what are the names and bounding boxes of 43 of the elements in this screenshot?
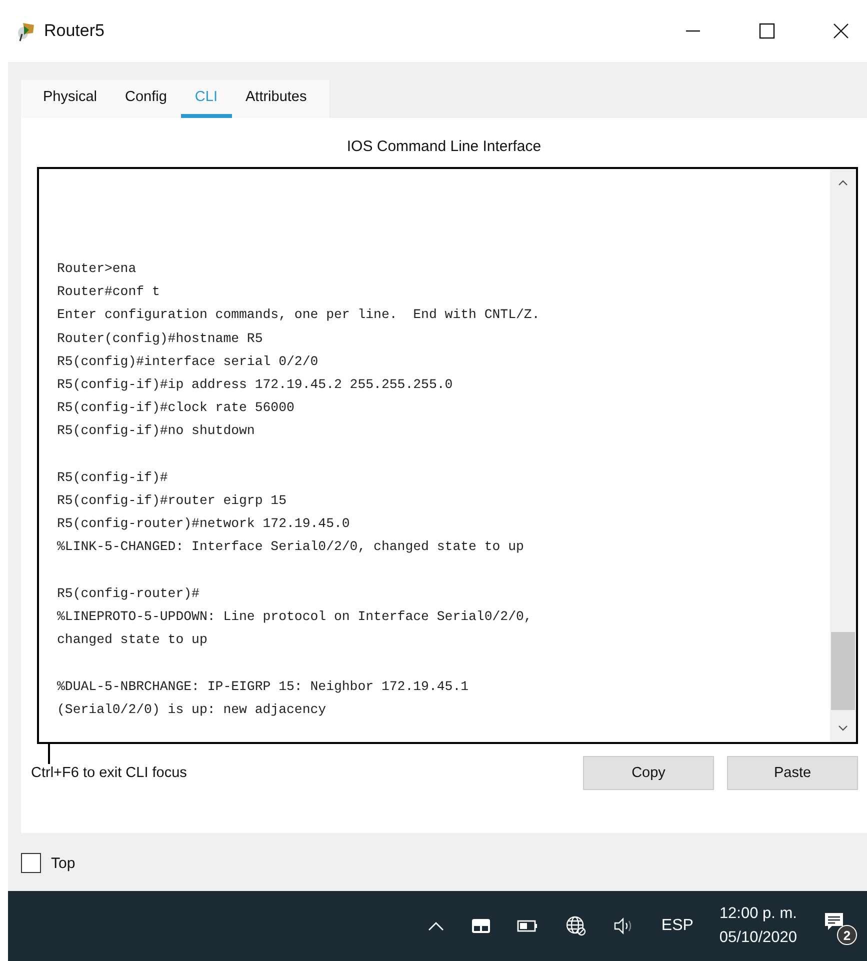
terminal-line: Router>ena [57,260,138,278]
terminal-line: changed state to up [57,631,208,650]
checkbox-label: Top [51,854,76,872]
terminal-line: R5(config-router)#network 172.19.45.0 [57,515,351,534]
scroll-up-icon[interactable] [838,179,848,187]
terminal-line: %LINK-5-CHANGED: Interface Serial0/2/0, changed state to up [57,538,525,556]
terminal-line: %LINEPROTO-5-UPDOWN: Line protocol on Interface Serial0/2/0, [57,608,533,626]
language-indicator[interactable]: ESP [661,917,694,935]
terminal-line: R5(config)#interface serial 0/2/0 [57,352,320,371]
tab[interactable]: Physical [29,80,111,118]
maximize-icon[interactable] [759,23,775,39]
window-layout-icon[interactable] [471,918,492,934]
terminal-line: Router(config)#hostname R5 [57,330,264,348]
tab[interactable]: Config [111,80,181,118]
chevron-up-icon[interactable] [427,920,446,932]
battery-icon[interactable] [517,919,540,933]
copy-button[interactable]: Copy [583,756,714,790]
globe-icon[interactable] [565,915,588,937]
terminal-line: R5(config-if)#no shutdown [57,422,256,440]
text-cursor [48,744,50,764]
panel-title: IOS Command Line Interface [346,137,542,157]
terminal-line: R5(config-router)# [57,584,200,603]
paste-button[interactable]: Paste [727,756,858,790]
terminal-line: Enter configuration commands, one per line. End with CNTL/Z. [57,306,541,324]
terminal-line: %DUAL-5-NBRCHANGE: IP-EIGRP 15: Neighbor 172.19.45.1 [57,678,470,696]
notification-icon[interactable] [823,911,845,933]
notification-badge: 2 [837,925,857,945]
hint-text: Ctrl+F6 to exit CLI focus [31,765,187,781]
close-icon[interactable] [833,23,849,39]
terminal-line: R5(config-if)#clock rate 56000 [57,399,296,418]
clock-date[interactable]: 05/10/2020 [719,929,797,947]
scrollbar[interactable] [830,169,856,742]
tab[interactable]: Attributes [232,80,321,118]
terminal-line: R5(config-if)#ip address 172.19.45.2 255.255.255.0 [57,376,454,394]
scroll-down-icon[interactable] [838,724,848,732]
terminal-line: Router#conf t [57,283,161,302]
scrollbar-thumb[interactable] [831,632,855,710]
top-checkbox[interactable] [21,853,41,873]
window-title: Router5 [44,21,104,41]
terminal-line: R5(config-if)#router eigrp 15 [57,492,288,510]
terminal-line: (Serial0/2/0) is up: new adjacency [57,700,328,719]
clock-time[interactable]: 12:00 p. m. [719,905,797,923]
terminal-line: R5(config-if)# [57,468,169,487]
